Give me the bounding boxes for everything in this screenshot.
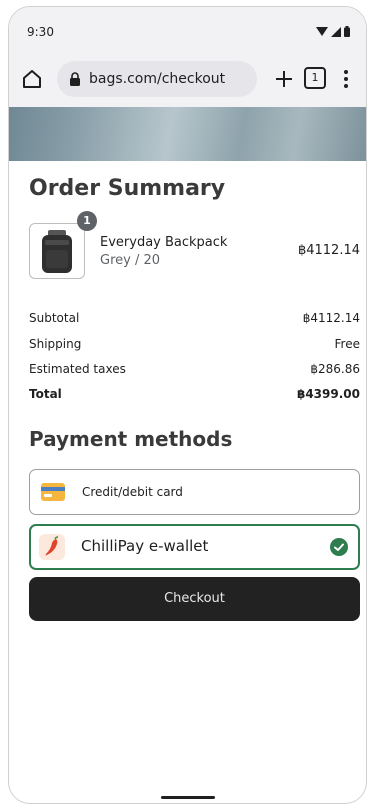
summary-label: Subtotal <box>29 311 80 325</box>
tabs-icon[interactable]: 1 <box>304 67 326 89</box>
plus-icon[interactable] <box>273 68 295 90</box>
backpack-icon <box>42 230 72 273</box>
status-time: 9:30 <box>27 25 54 39</box>
chilli-pepper-icon <box>39 534 65 560</box>
browser-toolbar: bags.com/checkout 1 <box>9 51 366 107</box>
status-icons <box>316 26 350 37</box>
quantity-badge: 1 <box>77 211 97 231</box>
summary-value: ฿4399.00 <box>296 387 360 401</box>
summary-label: Estimated taxes <box>29 362 126 376</box>
url-text: bags.com/checkout <box>89 71 226 87</box>
summary-row-total: Total ฿4399.00 <box>29 387 360 405</box>
address-bar[interactable]: bags.com/checkout <box>57 61 257 97</box>
tab-count: 1 <box>311 71 319 84</box>
summary-value: ฿286.86 <box>310 362 360 376</box>
checkout-button[interactable]: Checkout <box>29 577 360 621</box>
order-summary-title: Order Summary <box>29 176 226 201</box>
summary-label: Shipping <box>29 337 82 351</box>
summary-label: Total <box>29 387 62 401</box>
summary-row-subtotal: Subtotal ฿4112.14 <box>29 311 360 329</box>
hero-banner <box>9 107 366 161</box>
home-icon[interactable] <box>21 68 43 90</box>
payment-option-card[interactable]: Credit/debit card <box>29 469 360 515</box>
summary-row-taxes: Estimated taxes ฿286.86 <box>29 362 360 380</box>
kebab-menu-icon[interactable] <box>341 68 351 90</box>
check-circle-icon <box>330 538 348 556</box>
product-variant: Grey / 20 <box>100 253 161 268</box>
payment-methods-title: Payment methods <box>29 427 233 451</box>
wifi-icon <box>316 26 328 36</box>
product-name: Everyday Backpack <box>100 235 228 250</box>
payment-option-ewallet[interactable]: ChilliPay e-wallet <box>29 524 360 570</box>
home-indicator[interactable] <box>161 796 215 799</box>
signal-icon <box>331 26 341 37</box>
phone-screen: 9:30 bags.com/checkout 1 Order Summary 1… <box>8 6 367 804</box>
battery-icon <box>344 26 350 37</box>
payment-option-label: ChilliPay e-wallet <box>81 537 209 555</box>
product-thumbnail <box>29 223 85 279</box>
payment-option-label: Credit/debit card <box>82 485 183 499</box>
lock-icon <box>70 72 80 86</box>
summary-value: Free <box>334 337 360 351</box>
summary-value: ฿4112.14 <box>302 311 360 325</box>
credit-card-icon <box>41 483 65 501</box>
summary-row-shipping: Shipping Free <box>29 337 360 355</box>
status-bar: 9:30 <box>9 7 366 51</box>
product-price: ฿4112.14 <box>297 243 360 258</box>
